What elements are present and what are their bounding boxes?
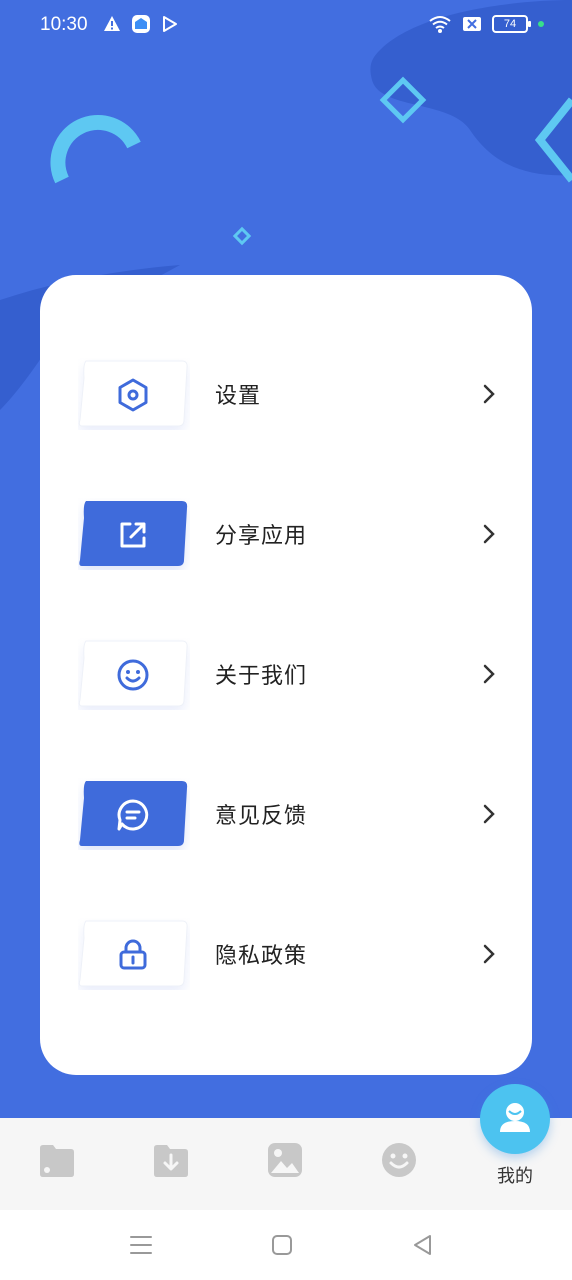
tab-images[interactable] bbox=[265, 1140, 305, 1180]
menu-item-label: 关于我们 bbox=[215, 664, 308, 689]
menu-item-about-us[interactable]: 关于我们 bbox=[40, 638, 532, 710]
status-icons-right: 74 bbox=[428, 14, 544, 34]
menu-icon[interactable] bbox=[128, 1232, 154, 1258]
menu-icon-tile bbox=[78, 638, 190, 710]
menu-card: 设置 分享应用 关于我们 意见反馈 隐私政策 bbox=[40, 275, 532, 1075]
chevron-right-icon bbox=[483, 384, 495, 404]
menu-item-share-app[interactable]: 分享应用 bbox=[40, 498, 532, 570]
home-square-icon[interactable] bbox=[269, 1232, 295, 1258]
chevron-right-icon bbox=[483, 944, 495, 964]
lock-icon bbox=[119, 939, 147, 970]
warning-icon bbox=[104, 16, 120, 31]
tab-me-button[interactable] bbox=[480, 1084, 550, 1154]
tab-me-label[interactable]: 我的 bbox=[480, 1162, 550, 1188]
chevron-right-icon bbox=[483, 524, 495, 544]
menu-item-feedback[interactable]: 意见反馈 bbox=[40, 778, 532, 850]
status-bar: 10:30 74 bbox=[0, 0, 572, 52]
play-store-icon bbox=[163, 16, 177, 32]
menu-icon-tile bbox=[78, 358, 190, 430]
menu-item-settings[interactable]: 设置 bbox=[40, 358, 532, 430]
chevron-right-icon bbox=[483, 664, 495, 684]
share-external-icon bbox=[120, 522, 146, 548]
store-badge-icon bbox=[132, 15, 150, 33]
menu-icon-tile bbox=[78, 778, 190, 850]
status-icons-left bbox=[103, 14, 179, 34]
battery-icon: 74 bbox=[492, 15, 531, 33]
chevron-right-icon bbox=[483, 804, 495, 824]
menu-item-privacy-policy[interactable]: 隐私政策 bbox=[40, 918, 532, 990]
tab-stickers[interactable] bbox=[379, 1140, 419, 1180]
charging-dot bbox=[538, 21, 544, 27]
chat-bubble-icon bbox=[117, 799, 149, 831]
system-nav-bar bbox=[0, 1210, 572, 1280]
menu-icon-tile bbox=[78, 498, 190, 570]
smiley-face-icon bbox=[117, 659, 149, 691]
menu-icon-tile bbox=[78, 918, 190, 990]
user-icon bbox=[500, 1103, 530, 1132]
hexagon-settings-icon bbox=[118, 378, 148, 412]
wifi-icon bbox=[429, 16, 451, 33]
menu-item-label: 隐私政策 bbox=[215, 944, 308, 969]
tab-files[interactable] bbox=[37, 1140, 77, 1180]
menu-item-label: 分享应用 bbox=[215, 524, 308, 549]
menu-item-label: 意见反馈 bbox=[215, 804, 308, 829]
tab-downloads[interactable] bbox=[151, 1140, 191, 1180]
sim-off-icon bbox=[463, 17, 481, 31]
menu-item-label: 设置 bbox=[215, 384, 262, 409]
bottom-tab-bar: 我的 bbox=[0, 1084, 572, 1210]
status-time: 10:30 bbox=[40, 14, 88, 35]
back-triangle-icon[interactable] bbox=[410, 1232, 436, 1258]
